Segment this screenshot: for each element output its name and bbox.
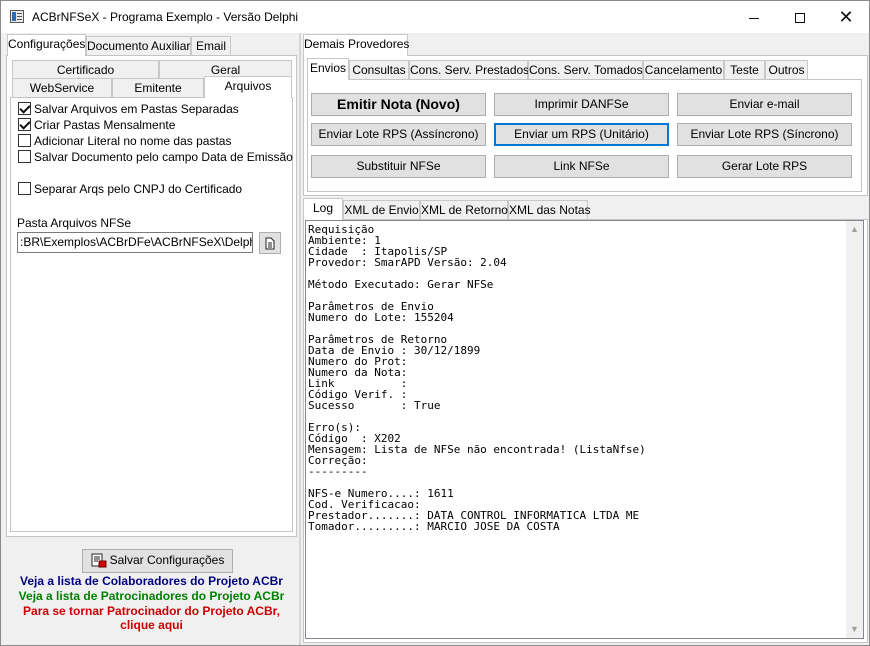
- tab-envios[interactable]: Envios: [307, 58, 349, 80]
- tab-outros[interactable]: Outros: [765, 60, 808, 80]
- substituir-nfse-button[interactable]: Substituir NFSe: [311, 155, 486, 178]
- tab-consultas[interactable]: Consultas: [349, 60, 409, 80]
- tornar-patrocinador-link[interactable]: Para se tornar Patrocinador do Projeto A…: [6, 604, 297, 618]
- save-icon: [91, 553, 107, 568]
- pasta-arquivos-input[interactable]: :BR\Exemplos\ACBrDFe\ACBrNFSeX\Delphi\Lo…: [17, 232, 253, 253]
- enviar-lote-sincrono-button[interactable]: Enviar Lote RPS (Síncrono): [677, 123, 852, 146]
- salvar-pastas-separadas-checkbox[interactable]: Salvar Arquivos em Pastas Separadas: [18, 101, 278, 117]
- criar-pastas-mensalmente-checkbox[interactable]: Criar Pastas Mensalmente: [18, 117, 278, 133]
- scroll-down-icon[interactable]: ▼: [846, 621, 863, 638]
- salvar-data-emissao-checkbox[interactable]: Salvar Documento pelo campo Data de Emis…: [18, 149, 293, 165]
- minimize-button[interactable]: [731, 1, 777, 33]
- title-bar: ACBrNFSeX - Programa Exemplo - Versão De…: [1, 1, 869, 33]
- close-button[interactable]: ✕: [823, 1, 869, 33]
- tab-cancelamento[interactable]: Cancelamento: [643, 60, 724, 80]
- checkbox-box[interactable]: [18, 182, 31, 195]
- link-nfse-button[interactable]: Link NFSe: [494, 155, 669, 178]
- log-textarea[interactable]: Requisição Ambiente: 1 Cidade : Itapolis…: [305, 220, 864, 639]
- splitter[interactable]: [299, 33, 301, 645]
- patrocinadores-link[interactable]: Veja a lista de Patrocinadores do Projet…: [6, 589, 297, 603]
- tab-teste[interactable]: Teste: [724, 60, 765, 80]
- tab-email[interactable]: Email: [191, 36, 231, 56]
- maximize-button[interactable]: [777, 1, 823, 33]
- gerar-lote-rps-button[interactable]: Gerar Lote RPS: [677, 155, 852, 178]
- tab-certificado[interactable]: Certificado: [12, 60, 159, 80]
- tab-demais-provedores[interactable]: Demais Provedores: [303, 34, 409, 56]
- checkbox-box[interactable]: [18, 118, 31, 131]
- close-icon: ✕: [838, 7, 854, 27]
- tab-configuracoes[interactable]: Configurações: [7, 34, 86, 56]
- tab-xml-envio[interactable]: XML de Envio: [343, 200, 420, 220]
- tab-documento-auxiliar[interactable]: Documento Auxiliar: [86, 36, 191, 56]
- enviar-email-button[interactable]: Enviar e-mail: [677, 93, 852, 116]
- tab-cons-serv-tomados[interactable]: Cons. Serv. Tomados: [528, 60, 643, 80]
- separar-cnpj-checkbox[interactable]: Separar Arqs pelo CNPJ do Certificado: [18, 181, 278, 197]
- app-icon: [10, 10, 24, 23]
- tab-webservice[interactable]: WebService: [12, 78, 112, 98]
- colaboradores-link[interactable]: Veja a lista de Colaboradores do Projeto…: [6, 574, 297, 588]
- checkbox-box[interactable]: [18, 102, 31, 115]
- tab-arquivos[interactable]: Arquivos: [204, 76, 292, 98]
- enviar-lote-assincrono-button[interactable]: Enviar Lote RPS (Assíncrono): [311, 123, 486, 146]
- checkbox-box[interactable]: [18, 134, 31, 147]
- checkbox-box[interactable]: [18, 150, 31, 163]
- enviar-um-rps-button[interactable]: Enviar um RPS (Unitário): [494, 123, 669, 146]
- browse-folder-button[interactable]: [259, 232, 281, 254]
- minimize-icon: [749, 17, 759, 19]
- tab-xml-notas[interactable]: XML das Notas: [508, 200, 591, 220]
- imprimir-danfse-button[interactable]: Imprimir DANFSe: [494, 93, 669, 116]
- clique-aqui-link[interactable]: clique aqui: [6, 618, 297, 632]
- main-window: ACBrNFSeX - Programa Exemplo - Versão De…: [0, 0, 870, 646]
- emitir-nota-button[interactable]: Emitir Nota (Novo): [311, 93, 486, 116]
- maximize-icon: [795, 13, 805, 24]
- pasta-arquivos-label: Pasta Arquivos NFSe: [17, 216, 132, 230]
- window-title: ACBrNFSeX - Programa Exemplo - Versão De…: [32, 10, 299, 24]
- log-scrollbar[interactable]: ▲ ▼: [846, 221, 863, 638]
- log-content: Requisição Ambiente: 1 Cidade : Itapolis…: [308, 223, 646, 533]
- tab-cons-serv-prestados[interactable]: Cons. Serv. Prestados: [409, 60, 529, 80]
- tab-emitente[interactable]: Emitente: [112, 78, 204, 98]
- tab-xml-retorno[interactable]: XML de Retorno: [420, 200, 508, 220]
- tab-log[interactable]: Log: [303, 198, 343, 220]
- scroll-up-icon[interactable]: ▲: [846, 221, 863, 238]
- salvar-configuracoes-button[interactable]: Salvar Configurações: [82, 549, 233, 573]
- adicionar-literal-checkbox[interactable]: Adicionar Literal no nome das pastas: [18, 133, 278, 149]
- document-icon: [265, 237, 275, 250]
